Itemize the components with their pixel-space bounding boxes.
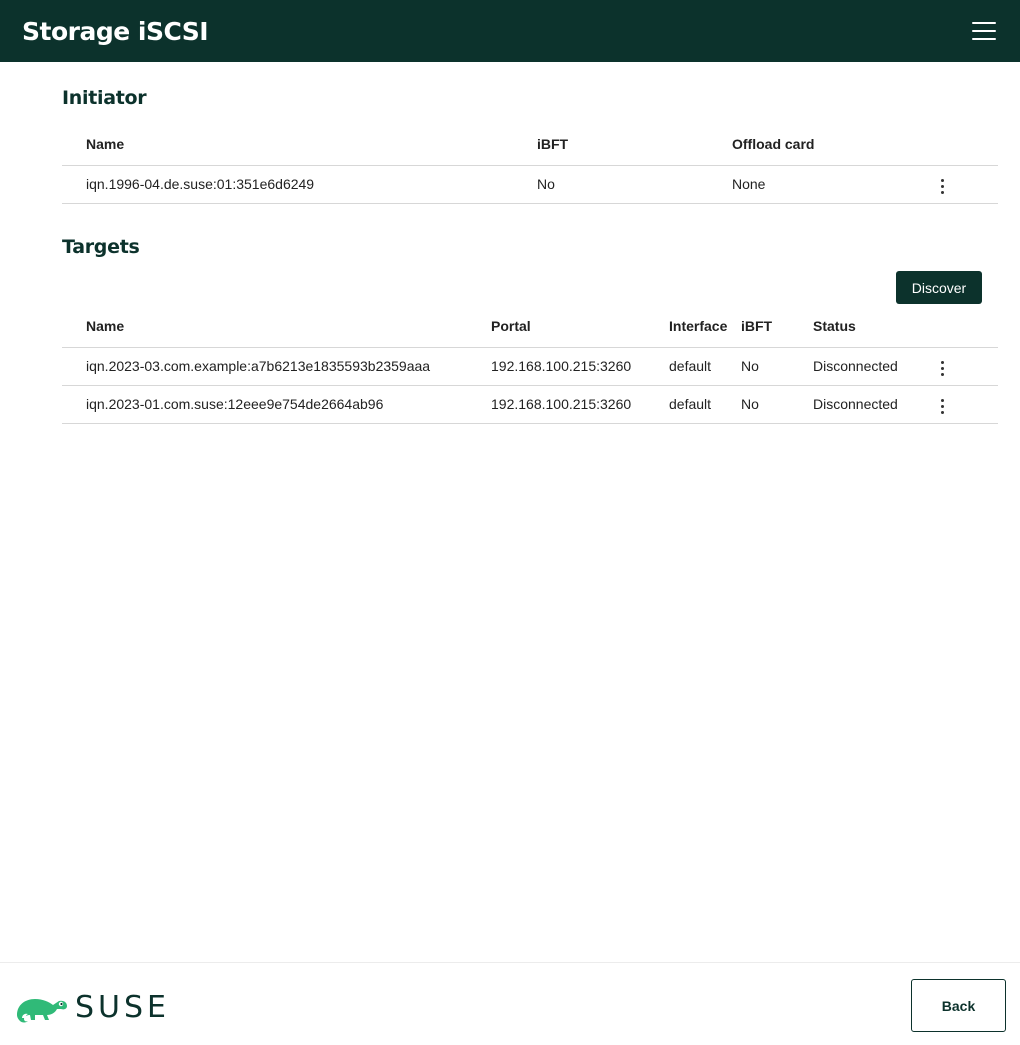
column-header-ibft: iBFT [537,135,569,152]
target-name-cell: iqn.2023-01.com.suse:12eee9e754de2664ab9… [62,384,491,424]
back-button[interactable]: Back [911,979,1006,1032]
target-portal-cell: 192.168.100.215:3260 [491,384,669,424]
target-ibft-cell: No [741,384,813,424]
column-header-name: Name [86,135,125,152]
targets-table: Name Portal Interface iBFT Status iqn.20… [62,305,998,424]
logo-text: SUSE [75,990,170,1025]
column-header-offload-card: Offload card [732,135,815,152]
target-status-cell: Disconnected [813,346,932,385]
targets-table-header: Name Portal Interface iBFT Status [62,305,998,347]
column-header-ibft: iBFT [741,317,773,334]
table-row: iqn.1996-04.de.suse:01:351e6d6249 No Non… [62,164,998,204]
discover-button[interactable]: Discover [896,271,982,304]
initiator-offload-cell: None [732,164,932,204]
row-actions-kebab-icon[interactable] [932,395,952,419]
initiator-section-title: Initiator [62,87,147,109]
targets-section-title: Targets [62,236,140,258]
target-interface-cell: default [669,384,741,424]
initiator-name-cell: iqn.1996-04.de.suse:01:351e6d6249 [62,164,537,204]
column-header-status: Status [813,317,856,334]
column-header-name: Name [86,317,125,334]
column-header-interface: Interface [669,317,728,334]
initiator-table-header: Name iBFT Offload card [62,123,998,165]
row-actions-kebab-icon[interactable] [932,175,952,199]
top-header: Storage iSCSI [0,0,1020,62]
chameleon-icon [17,998,67,1022]
initiator-ibft-cell: No [537,164,732,204]
row-actions-kebab-icon[interactable] [932,357,952,381]
initiator-table: Name iBFT Offload card iqn.1996-04.de.su… [62,123,998,204]
page-title: Storage iSCSI [22,16,209,46]
hamburger-menu-icon[interactable] [972,22,996,40]
target-ibft-cell: No [741,346,813,385]
column-header-portal: Portal [491,317,531,334]
target-interface-cell: default [669,346,741,385]
target-name-cell: iqn.2023-03.com.example:a7b6213e1835593b… [62,346,491,385]
target-portal-cell: 192.168.100.215:3260 [491,346,669,385]
table-row: iqn.2023-03.com.example:a7b6213e1835593b… [62,346,998,385]
target-status-cell: Disconnected [813,384,932,424]
suse-logo: SUSE [13,990,170,1025]
table-row: iqn.2023-01.com.suse:12eee9e754de2664ab9… [62,384,998,424]
